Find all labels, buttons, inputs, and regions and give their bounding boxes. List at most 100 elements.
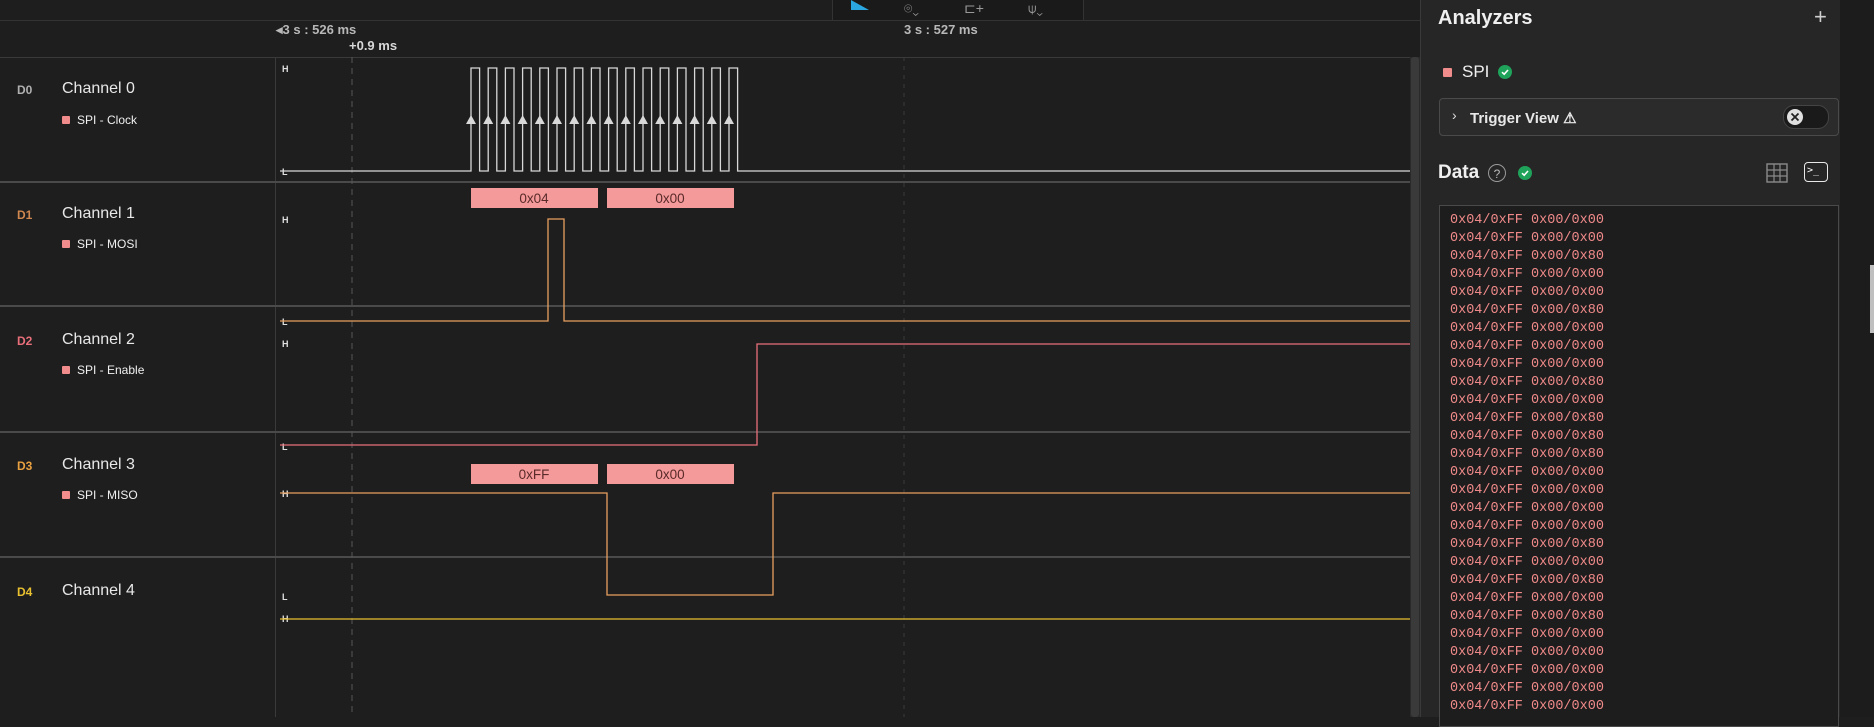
trigger-view-row[interactable]: › Trigger View ⚠ bbox=[1439, 98, 1839, 136]
capture-toolbar bbox=[832, 0, 1084, 21]
right-edge-strip bbox=[1840, 0, 1874, 717]
channel-name[interactable]: Channel 2 bbox=[62, 331, 135, 349]
marker-tool-icon[interactable]: ⊏+ bbox=[964, 0, 984, 17]
terminal-line: 0x04/0xFF 0x00/0x80 bbox=[1450, 429, 1604, 444]
check-icon bbox=[1518, 166, 1532, 180]
enable-waveform bbox=[280, 343, 1410, 446]
measure-tool-icon[interactable]: ⌾⌄ bbox=[904, 0, 919, 17]
channel-name[interactable]: Channel 0 bbox=[62, 80, 135, 98]
channel-id: D0 bbox=[17, 83, 33, 97]
channel-list: D0 Channel 0 SPI - Clock D1 Channel 1 SP… bbox=[0, 57, 1410, 717]
rising-edge-arrow bbox=[534, 115, 545, 124]
timeline-header[interactable]: ◂3 s : 526 ms +0.9 ms 3 s : 527 ms ⌾⌄ ⊏+… bbox=[0, 0, 1420, 58]
ch0-high-label: H bbox=[282, 64, 289, 74]
terminal-line: 0x04/0xFF 0x00/0x00 bbox=[1450, 519, 1604, 534]
terminal-output[interactable]: 0x04/0xFF 0x00/0x00 0x04/0xFF 0x00/0x00 0x… bbox=[1439, 205, 1839, 727]
rising-edge-arrow bbox=[672, 115, 683, 124]
trigger-view-toggle[interactable] bbox=[1783, 105, 1829, 129]
miso-decode-text-1: 0x00 bbox=[655, 467, 684, 482]
spi-analyzer-item[interactable]: SPI bbox=[1443, 62, 1513, 82]
terminal-line: 0x04/0xFF 0x00/0x00 bbox=[1450, 465, 1604, 480]
chevron-right-icon[interactable]: › bbox=[1452, 107, 1457, 123]
analyzers-title: Analyzers bbox=[1438, 7, 1533, 29]
channel-name[interactable]: Channel 1 bbox=[62, 205, 135, 223]
table-view-icon[interactable] bbox=[1766, 163, 1788, 183]
channel-analyzer-label: SPI - MISO bbox=[62, 488, 138, 502]
analyzer-color-swatch bbox=[1443, 67, 1452, 77]
rising-edge-arrow bbox=[689, 115, 700, 124]
rising-edge-arrow bbox=[620, 115, 631, 124]
analyzer-color-swatch bbox=[62, 366, 70, 374]
channel-name[interactable]: Channel 3 bbox=[62, 456, 135, 474]
ch3-high-label: H bbox=[282, 489, 289, 499]
terminal-line: 0x04/0xFF 0x00/0x00 bbox=[1450, 555, 1604, 570]
timeline-start-label: ◂3 s : 526 ms bbox=[276, 22, 357, 37]
channel-analyzer-label: SPI - MOSI bbox=[62, 237, 138, 251]
channel-id: D3 bbox=[17, 459, 33, 473]
pin-tool-icon[interactable]: ⍦⌄ bbox=[1028, 0, 1043, 17]
channel-id: D4 bbox=[17, 585, 33, 599]
ch1-low-label: L bbox=[282, 317, 288, 327]
terminal-line: 0x04/0xFF 0x00/0x00 bbox=[1450, 663, 1604, 678]
check-icon bbox=[1498, 65, 1513, 79]
terminal-line: 0x04/0xFF 0x00/0x80 bbox=[1450, 249, 1604, 264]
terminal-view-icon[interactable]: >_ bbox=[1804, 162, 1828, 182]
analyzer-color-swatch bbox=[62, 491, 70, 499]
rising-edge-arrow bbox=[500, 115, 511, 124]
terminal-line: 0x04/0xFF 0x00/0x00 bbox=[1450, 501, 1604, 516]
rising-edge-arrow bbox=[586, 115, 597, 124]
analyzer-label-text: SPI - Clock bbox=[77, 113, 138, 127]
miso-decode-text-0: 0xFF bbox=[519, 467, 550, 482]
help-icon[interactable]: ? bbox=[1488, 164, 1506, 182]
timeline-end-label: 3 s : 527 ms bbox=[904, 22, 978, 37]
terminal-line: 0x04/0xFF 0x00/0x80 bbox=[1450, 375, 1604, 390]
trigger-view-label: Trigger View ⚠ bbox=[1470, 109, 1577, 127]
channel-id: D2 bbox=[17, 334, 33, 348]
terminal-line: 0x04/0xFF 0x00/0x00 bbox=[1450, 699, 1604, 714]
warning-icon: ⚠ bbox=[1563, 110, 1577, 127]
analyzer-label-text: SPI - Enable bbox=[77, 363, 145, 377]
miso-waveform bbox=[280, 492, 1410, 596]
waveform-canvas[interactable]: H L H L 0x04 0x00 H L H L 0xFF 0x00 H bbox=[275, 57, 1410, 717]
close-icon bbox=[1790, 112, 1800, 122]
terminal-line: 0x04/0xFF 0x00/0x00 bbox=[1450, 627, 1604, 642]
rising-edge-arrow bbox=[603, 115, 614, 124]
analyzer-color-swatch bbox=[62, 240, 70, 248]
waveform-scrollbar[interactable] bbox=[1410, 57, 1420, 717]
terminal-line: 0x04/0xFF 0x00/0x00 bbox=[1450, 393, 1604, 408]
clock-waveform bbox=[280, 67, 1410, 172]
rising-edge-arrow bbox=[655, 115, 666, 124]
rising-edge-arrow bbox=[706, 115, 717, 124]
rising-edge-arrow bbox=[569, 115, 580, 124]
ch2-high-label: H bbox=[282, 339, 289, 349]
mosi-waveform bbox=[280, 218, 1410, 322]
terminal-line: 0x04/0xFF 0x00/0x80 bbox=[1450, 609, 1604, 624]
terminal-line: 0x04/0xFF 0x00/0x80 bbox=[1450, 411, 1604, 426]
ch1-high-label: H bbox=[282, 215, 289, 225]
terminal-line: 0x04/0xFF 0x00/0x00 bbox=[1450, 681, 1604, 696]
cursor-offset-label: +0.9 ms bbox=[349, 38, 398, 53]
terminal-line: 0x04/0xFF 0x00/0x00 bbox=[1450, 357, 1604, 372]
rising-edge-arrow bbox=[724, 115, 734, 124]
terminal-line: 0x04/0xFF 0x00/0x00 bbox=[1450, 321, 1604, 336]
terminal-line: 0x04/0xFF 0x00/0x00 bbox=[1450, 231, 1604, 246]
ch0-low-label: L bbox=[282, 167, 288, 177]
terminal-line: 0x04/0xFF 0x00/0x00 bbox=[1450, 339, 1604, 354]
data-title: Data bbox=[1438, 162, 1480, 183]
play-icon[interactable] bbox=[851, 0, 869, 10]
ch2-low-label: L bbox=[282, 442, 288, 452]
plus-icon[interactable]: + bbox=[1814, 4, 1827, 30]
terminal-line: 0x04/0xFF 0x00/0x80 bbox=[1450, 303, 1604, 318]
terminal-lines: 0x04/0xFF 0x00/0x00 0x04/0xFF 0x00/0x00 0x… bbox=[1440, 206, 1838, 716]
terminal-line: 0x04/0xFF 0x00/0x00 bbox=[1450, 645, 1604, 660]
terminal-line: 0x04/0xFF 0x00/0x00 bbox=[1450, 483, 1604, 498]
channel-name[interactable]: Channel 4 bbox=[62, 582, 135, 600]
analyzer-label-text: SPI - MOSI bbox=[77, 237, 138, 251]
toggle-knob bbox=[1787, 109, 1803, 125]
rising-edge-arrow bbox=[517, 115, 528, 124]
panel-tab-indicator[interactable] bbox=[1870, 265, 1874, 333]
rising-edge-arrow bbox=[466, 115, 476, 124]
channel-analyzer-label: SPI - Enable bbox=[62, 363, 144, 377]
ch3-low-label: L bbox=[282, 592, 288, 602]
scrollbar-thumb[interactable] bbox=[1411, 57, 1419, 717]
